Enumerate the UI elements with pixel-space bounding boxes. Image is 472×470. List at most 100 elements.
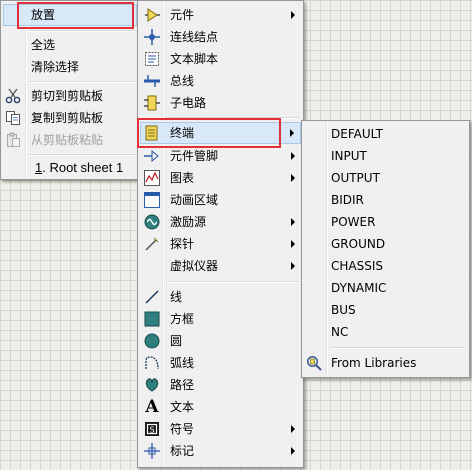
menu-item-label: 探针 xyxy=(170,237,195,251)
menu-item-place[interactable]: 放置 xyxy=(3,4,137,26)
menu-item-select-all[interactable]: 全选 xyxy=(3,34,137,56)
menu-item-generator[interactable]: 激励源 xyxy=(140,211,301,233)
svg-text:S: S xyxy=(149,426,154,435)
submenu-arrow-icon xyxy=(291,174,295,182)
animation-area-icon xyxy=(144,192,160,208)
menu-item-label: 复制到剪贴板 xyxy=(31,111,104,125)
submenu-arrow-icon xyxy=(291,218,295,226)
menu-item-text[interactable]: A 文本 xyxy=(140,396,301,418)
menu-item-device-pin[interactable]: 元件管脚 xyxy=(140,145,301,167)
menu-item-marker[interactable]: 标记 xyxy=(140,440,301,462)
root-sheet-text: . Root sheet 1 xyxy=(42,160,124,175)
menu-item-label: 总线 xyxy=(170,74,195,88)
menu-item-label: 全选 xyxy=(31,38,56,52)
menu-item-symbol[interactable]: S 符号 xyxy=(140,418,301,440)
graph-icon xyxy=(144,170,160,186)
menu-item-label: 元件管脚 xyxy=(170,149,219,163)
terminal-bidir[interactable]: BIDIR xyxy=(304,189,467,211)
menu-item-bus[interactable]: 总线 xyxy=(140,70,301,92)
text-script-icon xyxy=(144,51,160,67)
terminal-dynamic[interactable]: DYNAMIC xyxy=(304,277,467,299)
menu-item-label: 图表 xyxy=(170,171,195,185)
submenu-arrow-icon xyxy=(291,262,295,270)
terminal-default[interactable]: DEFAULT xyxy=(304,123,467,145)
junction-dot-icon xyxy=(144,29,160,45)
box-icon xyxy=(144,311,160,327)
menu-item-label: 剪切到剪贴板 xyxy=(31,89,104,103)
menu-item-graph[interactable]: 图表 xyxy=(140,167,301,189)
menu-item-arc[interactable]: 弧线 xyxy=(140,352,301,374)
terminal-bus[interactable]: BUS xyxy=(304,299,467,321)
device-pin-icon xyxy=(144,148,160,164)
menu-item-label: BUS xyxy=(331,303,356,317)
menu-item-label: 弧线 xyxy=(170,356,195,370)
component-icon xyxy=(144,7,160,23)
bus-icon xyxy=(144,73,160,89)
menu-item-label: 文本 xyxy=(170,400,195,414)
marker-icon xyxy=(144,443,160,459)
menu-item-line[interactable]: 线 xyxy=(140,286,301,308)
menu-item-label: 子电路 xyxy=(170,96,207,110)
submenu-arrow-icon xyxy=(291,240,295,248)
terminal-icon xyxy=(144,125,160,141)
menu-item-box[interactable]: 方框 xyxy=(140,308,301,330)
scissors-icon xyxy=(5,88,21,104)
text-a-icon: A xyxy=(145,397,159,417)
place-submenu: 元件 连线结点 文本脚本 总线 子电路 终端 元件管脚 图表 动画区域 激励源 xyxy=(137,0,304,468)
menu-item-path[interactable]: 路径 xyxy=(140,374,301,396)
terminal-submenu: DEFAULT INPUT OUTPUT BIDIR POWER GROUND … xyxy=(301,120,470,378)
menu-item-label: 虚拟仪器 xyxy=(170,259,219,273)
menu-item-clear-selection[interactable]: 清除选择 xyxy=(3,56,137,78)
menu-item-label: 动画区域 xyxy=(170,193,219,207)
menu-item-circle[interactable]: 圆 xyxy=(140,330,301,352)
menu-item-label: 方框 xyxy=(170,312,195,326)
menu-item-label: 放置 xyxy=(31,8,56,22)
terminal-power[interactable]: POWER xyxy=(304,211,467,233)
menu-separator xyxy=(29,154,135,156)
circle-icon xyxy=(144,333,160,349)
menu-item-probe[interactable]: 探针 xyxy=(140,233,301,255)
menu-separator xyxy=(29,81,135,83)
menu-item-from-libraries[interactable]: From Libraries xyxy=(304,352,467,374)
probe-icon xyxy=(144,236,160,252)
copy-icon xyxy=(5,110,21,126)
menu-item-junction[interactable]: 连线结点 xyxy=(140,26,301,48)
terminal-chassis[interactable]: CHASSIS xyxy=(304,255,467,277)
menu-item-terminal[interactable]: 终端 xyxy=(140,122,301,144)
menu-item-label: 从剪贴板粘贴 xyxy=(31,133,104,147)
terminal-output[interactable]: OUTPUT xyxy=(304,167,467,189)
menu-item-cut[interactable]: 剪切到剪贴板 xyxy=(3,85,137,107)
menu-item-copy[interactable]: 复制到剪贴板 xyxy=(3,107,137,129)
menu-separator xyxy=(166,117,299,119)
terminal-ground[interactable]: GROUND xyxy=(304,233,467,255)
menu-item-virtual-instrument[interactable]: 虚拟仪器 xyxy=(140,255,301,277)
terminal-nc[interactable]: NC xyxy=(304,321,467,343)
menu-item-label: 1. Root sheet 1 xyxy=(35,157,123,179)
menu-item-animation-area[interactable]: 动画区域 xyxy=(140,189,301,211)
line-icon xyxy=(144,289,160,305)
submenu-arrow-icon xyxy=(290,129,294,137)
menu-item-component[interactable]: 元件 xyxy=(140,4,301,26)
menu-item-label: From Libraries xyxy=(331,356,417,370)
terminal-input[interactable]: INPUT xyxy=(304,145,467,167)
submenu-arrow-icon xyxy=(291,447,295,455)
menu-item-label: 符号 xyxy=(170,422,195,436)
menu-item-root-sheet[interactable]: 1. Root sheet 1 xyxy=(3,157,137,179)
menu-separator xyxy=(330,347,465,349)
generator-icon xyxy=(144,214,160,230)
menu-item-label: NC xyxy=(331,325,349,339)
context-menu: 放置 全选 清除选择 剪切到剪贴板 复制到剪贴板 从剪贴板粘贴 1. Root … xyxy=(0,0,140,180)
menu-item-label: 文本脚本 xyxy=(170,52,219,66)
path-icon xyxy=(144,377,160,393)
menu-item-subcircuit[interactable]: 子电路 xyxy=(140,92,301,114)
library-search-icon xyxy=(306,355,322,371)
menu-item-label: BIDIR xyxy=(331,193,364,207)
menu-separator xyxy=(166,281,299,283)
menu-item-label: CHASSIS xyxy=(331,259,384,273)
menu-item-text-script[interactable]: 文本脚本 xyxy=(140,48,301,70)
subcircuit-icon xyxy=(144,95,160,111)
menu-item-label: 标记 xyxy=(170,444,195,458)
menu-item-paste[interactable]: 从剪贴板粘贴 xyxy=(3,129,137,151)
menu-item-label: POWER xyxy=(331,215,376,229)
menu-item-label: DYNAMIC xyxy=(331,281,387,295)
